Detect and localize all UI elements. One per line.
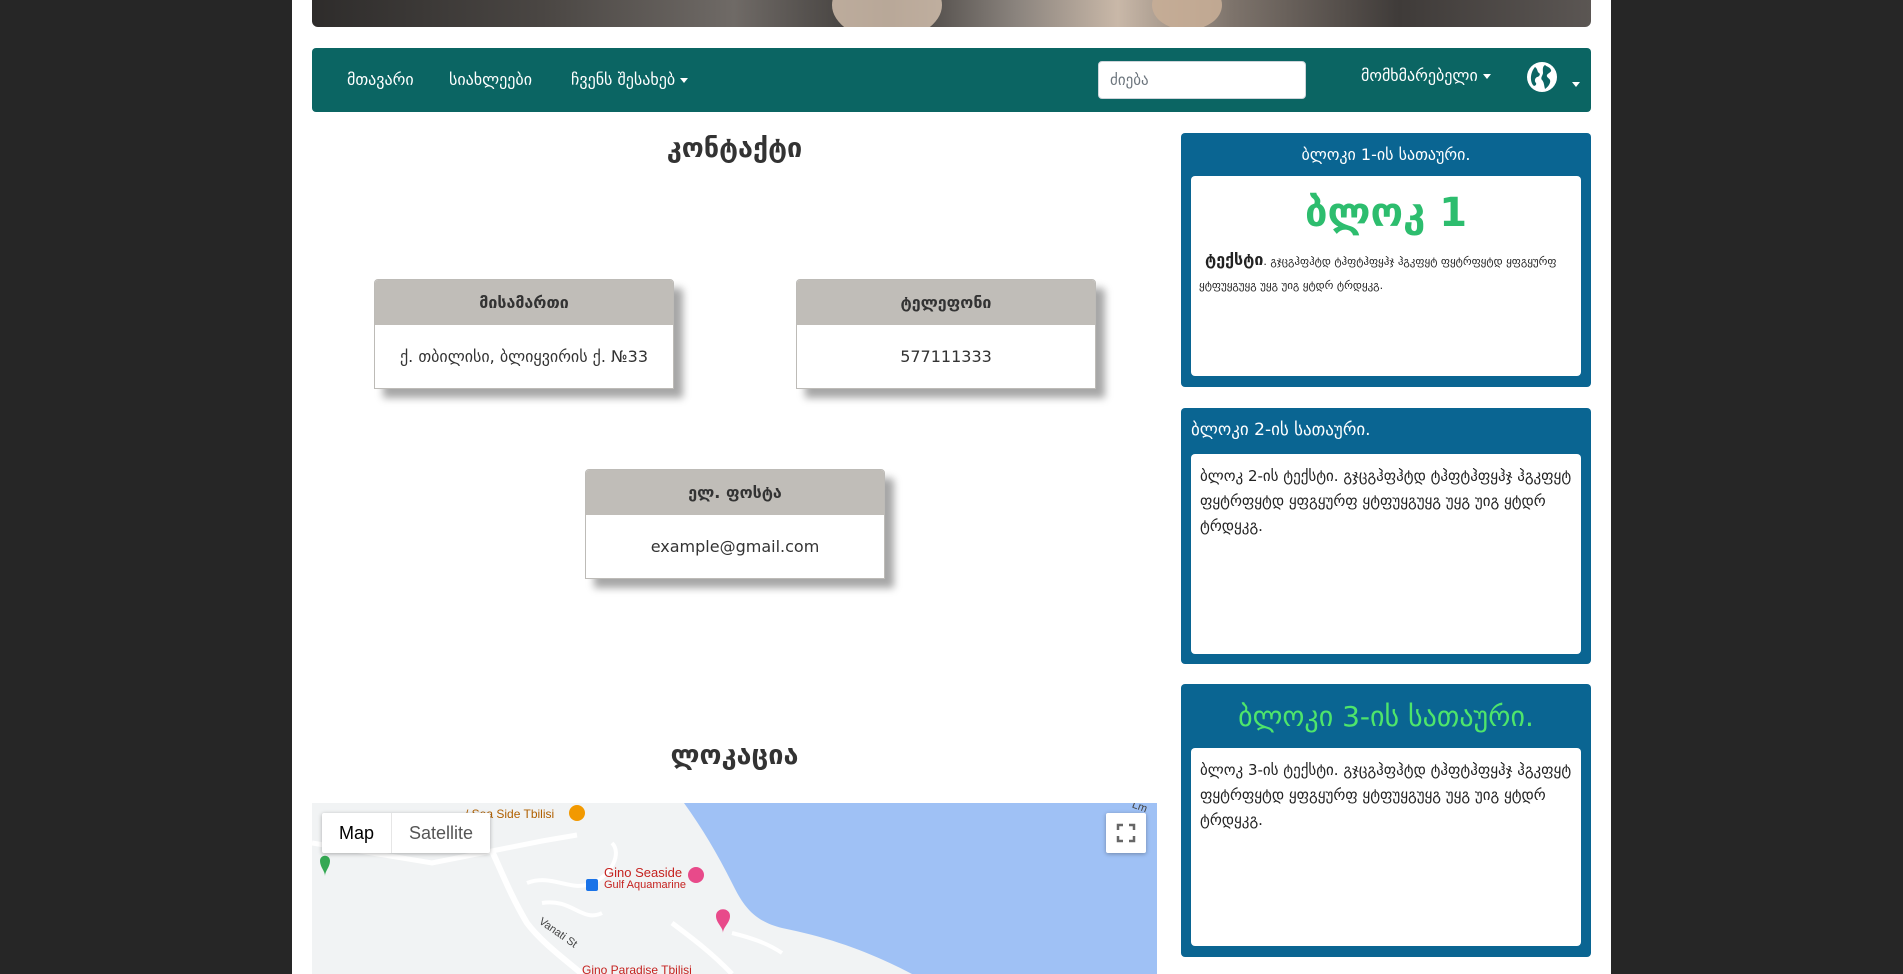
block-3-text: ბლოკ 3-ის ტექსტი. გჯცგჰფჰტდ ტჰფტჰფყჰჯ ჰგ… xyxy=(1200,761,1572,829)
block-3-body: ბლოკ 3-ის ტექსტი. გჯცგჰფჰტდ ტჰფტჰფყჰჯ ჰგ… xyxy=(1191,748,1581,946)
email-card-value: example@gmail.com xyxy=(650,537,820,556)
address-card: მისამართი ქ. თბილისი, ბლიყვირის ქ. №33 xyxy=(374,279,674,389)
poi-gino-seaside[interactable]: Gino Seaside xyxy=(604,865,682,880)
fullscreen-icon xyxy=(1116,823,1136,843)
google-map[interactable]: / Sea Side Tbilisi Gino Seaside Gulf Aqu… xyxy=(312,803,1157,974)
caret-down-icon[interactable] xyxy=(1572,82,1580,87)
block-1-text: ტექსტი. გჯცგჰფჰტდ ტჰფტჰფყჰჯ ჰგკფყტ ფყტრფ… xyxy=(1199,248,1573,298)
nav-home[interactable]: მთავარი xyxy=(347,48,414,112)
caret-down-icon xyxy=(1482,74,1491,79)
hero-image xyxy=(312,0,1591,27)
poi-gino-paradise[interactable]: Gino Paradise Tbilisi xyxy=(582,963,692,974)
block-1-body: ბლოკ 1 ტექსტი. გჯცგჰფჰტდ ტჰფტჰფყჰჯ ჰგკფყ… xyxy=(1191,176,1581,376)
email-card: ელ. ფოსტა example@gmail.com xyxy=(585,469,885,579)
hero-image-highlight xyxy=(1152,0,1222,27)
block-1-title: ბლოკი 1-ის სათაური. xyxy=(1301,145,1471,164)
block-3-title: ბლოკი 3-ის სათაური. xyxy=(1238,700,1534,733)
block-1-heading: ბლოკ 1 xyxy=(1304,190,1468,236)
location-title: ლოკაცია xyxy=(670,740,799,771)
search-input[interactable] xyxy=(1098,61,1306,99)
phone-card-value: 577111333 xyxy=(900,347,992,366)
user-menu-label: მომხმარებელი xyxy=(1361,66,1478,85)
block-2-title: ბლოკი 2-ის სათაური. xyxy=(1191,420,1371,440)
address-card-header: მისამართი xyxy=(375,280,673,325)
map-view-button[interactable]: Map xyxy=(322,813,391,853)
contact-title: კონტაქტი xyxy=(666,133,803,164)
nav-news[interactable]: სიახლეები xyxy=(449,48,532,112)
phone-card-header: ტელეფონი xyxy=(797,280,1095,325)
fullscreen-button[interactable] xyxy=(1106,813,1146,853)
nav-about-label: ჩვენს შესახებ xyxy=(571,70,676,89)
hero-image-highlight xyxy=(832,0,942,27)
phone-card: ტელეფონი 577111333 xyxy=(796,279,1096,389)
block-2-text: ბლოკ 2-ის ტექსტი. გჯცგჰფჰტდ ტჰფტჰფყჰჯ ჰგ… xyxy=(1200,467,1572,535)
page-container: მთავარი სიახლეები ჩვენს შესახებ მომხმარე… xyxy=(292,0,1611,974)
caret-down-icon xyxy=(680,78,689,83)
block-2-body: ბლოკ 2-ის ტექსტი. გჯცგჰფჰტდ ტჰფტჰფყჰჯ ჰგ… xyxy=(1191,454,1581,654)
user-dropdown[interactable]: მომხმარებელი xyxy=(1361,48,1491,104)
nav-about-dropdown[interactable]: ჩვენს შესახებ xyxy=(571,48,689,112)
globe-language-icon[interactable] xyxy=(1526,61,1558,93)
sidebar-block-2: ბლოკი 2-ის სათაური. ბლოკ 2-ის ტექსტი. გჯ… xyxy=(1181,408,1591,664)
email-card-header: ელ. ფოსტა xyxy=(586,470,884,515)
sidebar-block-1: ბლოკი 1-ის სათაური. ბლოკ 1 ტექსტი. გჯცგჰ… xyxy=(1181,133,1591,387)
satellite-view-button[interactable]: Satellite xyxy=(391,813,490,853)
sidebar-block-3: ბლოკი 3-ის სათაური. ბლოკ 3-ის ტექსტი. გჯ… xyxy=(1181,684,1591,957)
poi-gulf-aquamarine[interactable]: Gulf Aquamarine xyxy=(604,879,686,891)
block-1-bold-word: ტექსტი xyxy=(1205,250,1264,269)
navbar: მთავარი სიახლეები ჩვენს შესახებ მომხმარე… xyxy=(312,48,1591,112)
address-card-value: ქ. თბილისი, ბლიყვირის ქ. №33 xyxy=(399,347,649,366)
map-type-control: Map Satellite xyxy=(322,813,491,853)
